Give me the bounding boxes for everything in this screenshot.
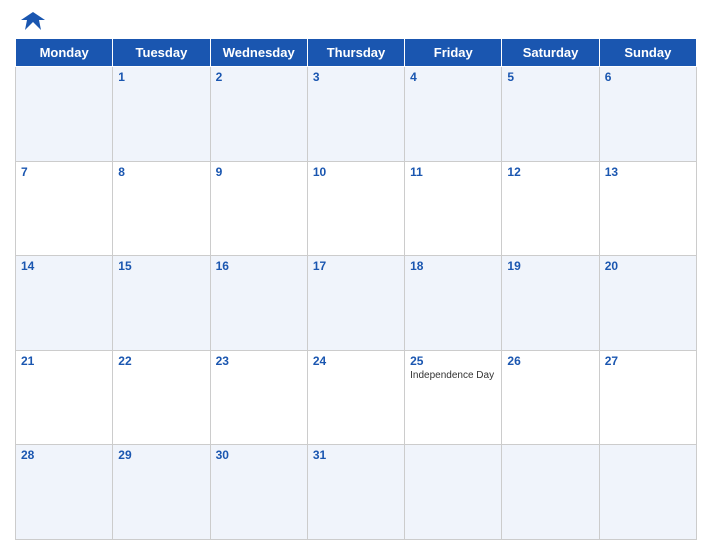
weekday-header-monday: Monday	[16, 39, 113, 67]
calendar-table: MondayTuesdayWednesdayThursdayFridaySatu…	[15, 38, 697, 540]
calendar-cell: 8	[113, 161, 210, 256]
calendar-cell: 13	[599, 161, 696, 256]
calendar-week-row: 14 15 16 17 18 19 20	[16, 256, 697, 351]
day-number: 1	[118, 70, 204, 84]
calendar-cell: 31	[307, 445, 404, 540]
calendar-cell: 6	[599, 67, 696, 162]
day-number: 3	[313, 70, 399, 84]
day-number: 24	[313, 354, 399, 368]
weekday-header-friday: Friday	[405, 39, 502, 67]
day-number: 15	[118, 259, 204, 273]
calendar-event: Independence Day	[410, 370, 496, 382]
day-number: 26	[507, 354, 593, 368]
day-number: 12	[507, 165, 593, 179]
day-number: 21	[21, 354, 107, 368]
calendar-cell: 22	[113, 350, 210, 445]
day-number: 7	[21, 165, 107, 179]
calendar-cell: 3	[307, 67, 404, 162]
calendar-cell: 29	[113, 445, 210, 540]
calendar-cell: 2	[210, 67, 307, 162]
day-number: 8	[118, 165, 204, 179]
day-number: 5	[507, 70, 593, 84]
calendar-cell: 14	[16, 256, 113, 351]
calendar-cell	[16, 67, 113, 162]
calendar-week-row: 123456	[16, 67, 697, 162]
day-number: 16	[216, 259, 302, 273]
weekday-header-wednesday: Wednesday	[210, 39, 307, 67]
day-number: 25	[410, 354, 496, 368]
day-number: 31	[313, 448, 399, 462]
calendar-cell: 9	[210, 161, 307, 256]
day-number: 13	[605, 165, 691, 179]
calendar-cell: 16	[210, 256, 307, 351]
calendar-week-row: 21 22 23 24 25 Independence Day 26 27	[16, 350, 697, 445]
calendar-cell: 18	[405, 256, 502, 351]
day-number: 28	[21, 448, 107, 462]
calendar-cell: 26	[502, 350, 599, 445]
calendar-cell: 25 Independence Day	[405, 350, 502, 445]
day-number: 22	[118, 354, 204, 368]
calendar-cell: 28	[16, 445, 113, 540]
calendar-cell: 24	[307, 350, 404, 445]
day-number: 29	[118, 448, 204, 462]
calendar-cell: 20	[599, 256, 696, 351]
day-number: 23	[216, 354, 302, 368]
calendar-week-row: 789 10 11 12 13	[16, 161, 697, 256]
day-number: 19	[507, 259, 593, 273]
day-number: 27	[605, 354, 691, 368]
calendar-week-row: 28 29 30 31	[16, 445, 697, 540]
day-number: 20	[605, 259, 691, 273]
calendar-cell: 15	[113, 256, 210, 351]
calendar-cell: 27	[599, 350, 696, 445]
calendar-cell: 12	[502, 161, 599, 256]
calendar-cell: 30	[210, 445, 307, 540]
calendar-cell	[502, 445, 599, 540]
weekday-header-row: MondayTuesdayWednesdayThursdayFridaySatu…	[16, 39, 697, 67]
calendar-cell	[405, 445, 502, 540]
logo	[19, 10, 51, 32]
calendar-cell: 21	[16, 350, 113, 445]
day-number: 6	[605, 70, 691, 84]
weekday-header-thursday: Thursday	[307, 39, 404, 67]
calendar-cell: 10	[307, 161, 404, 256]
calendar-cell	[599, 445, 696, 540]
calendar-header	[15, 10, 697, 32]
calendar-cell: 4	[405, 67, 502, 162]
calendar-cell: 17	[307, 256, 404, 351]
weekday-header-sunday: Sunday	[599, 39, 696, 67]
day-number: 9	[216, 165, 302, 179]
calendar-cell: 23	[210, 350, 307, 445]
day-number: 4	[410, 70, 496, 84]
day-number: 17	[313, 259, 399, 273]
calendar-cell: 7	[16, 161, 113, 256]
day-number: 30	[216, 448, 302, 462]
calendar-cell: 11	[405, 161, 502, 256]
day-number: 18	[410, 259, 496, 273]
day-number: 2	[216, 70, 302, 84]
calendar-cell: 19	[502, 256, 599, 351]
day-number: 14	[21, 259, 107, 273]
calendar-cell: 1	[113, 67, 210, 162]
day-number: 11	[410, 165, 496, 179]
calendar-cell: 5	[502, 67, 599, 162]
weekday-header-saturday: Saturday	[502, 39, 599, 67]
logo-bird-icon	[19, 10, 47, 32]
day-number: 10	[313, 165, 399, 179]
weekday-header-tuesday: Tuesday	[113, 39, 210, 67]
